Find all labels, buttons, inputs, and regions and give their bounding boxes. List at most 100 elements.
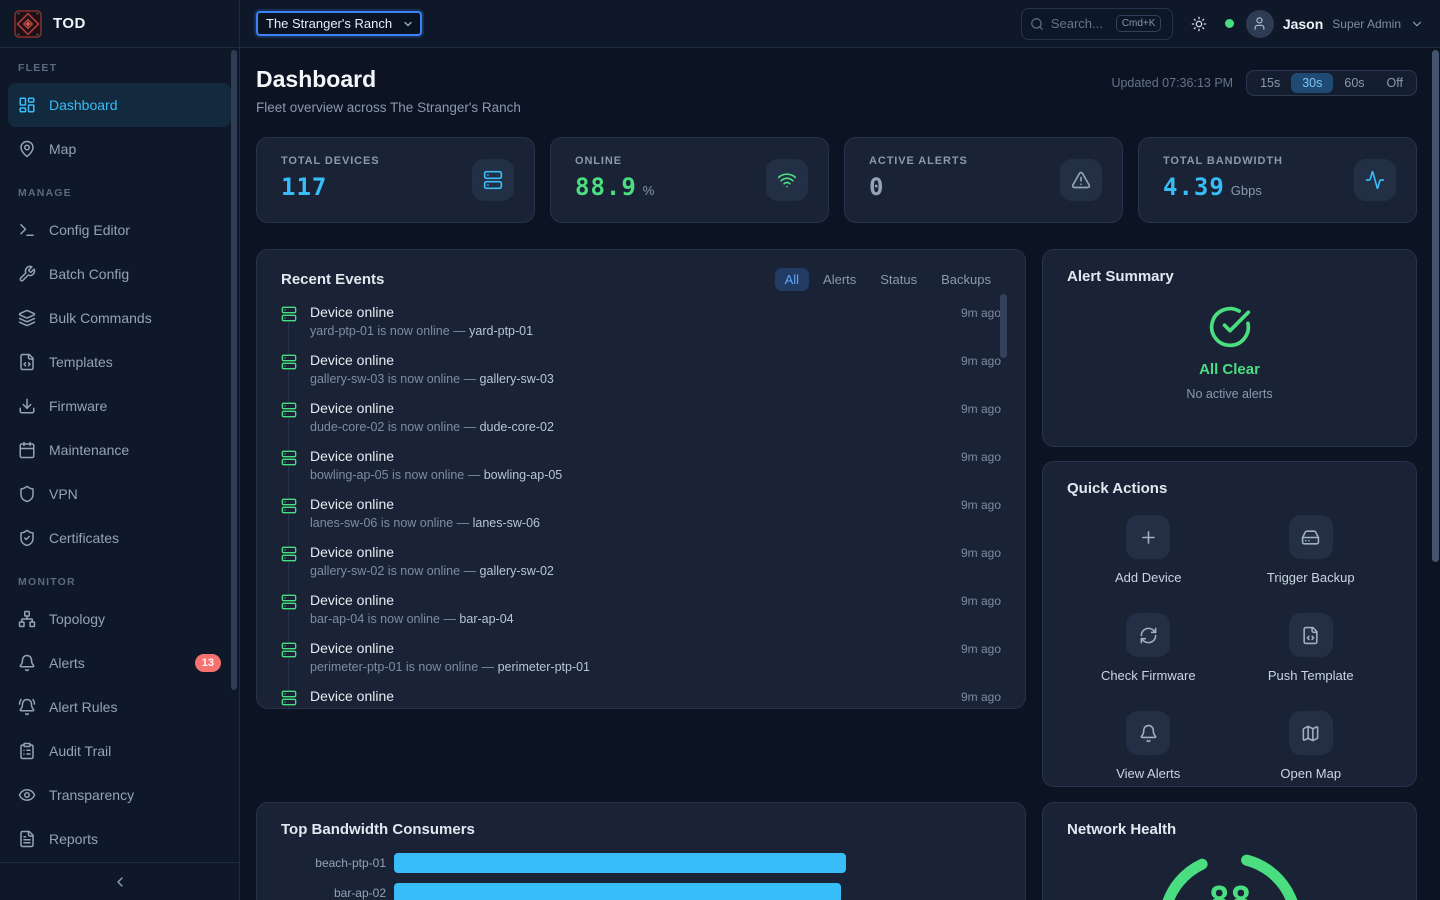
stat-card-total-devices: TOTAL DEVICES 117 [256,137,535,223]
sidebar-item-config-editor[interactable]: Config Editor [8,208,231,252]
sidebar-item-certificates[interactable]: Certificates [8,516,231,560]
event-time: 9m ago [961,306,1001,320]
sidebar-item-topology[interactable]: Topology [8,597,231,641]
sidebar-item-label: Reports [49,831,98,847]
theme-toggle-button[interactable] [1185,10,1213,38]
server-icon [281,546,297,562]
event-time: 9m ago [961,690,1001,704]
event-row[interactable]: Device online lanes-sw-06 is now online … [281,496,1001,544]
event-time: 9m ago [961,594,1001,608]
refresh-interval-control: 15s30s60sOff [1246,70,1417,96]
quick-action-check-firmware[interactable]: Check Firmware [1067,613,1230,683]
event-time: 9m ago [961,546,1001,560]
sidebar-item-audit-trail[interactable]: Audit Trail [8,729,231,773]
quick-actions-panel: Quick Actions Add Device Trigger Backup … [1042,461,1417,787]
search-input[interactable] [1051,16,1109,31]
clipboard-list-icon [18,742,36,760]
event-filter-all[interactable]: All [775,268,809,291]
device-icon [281,690,297,706]
quick-action-trigger-backup[interactable]: Trigger Backup [1230,515,1393,585]
event-message: yard-ptp-01 is now online — yard-ptp-01 [310,324,1001,338]
sidebar-item-maintenance[interactable]: Maintenance [8,428,231,472]
refresh-option-off[interactable]: Off [1376,73,1414,93]
download-icon [18,397,36,415]
alert-summary-title: Alert Summary [1067,268,1174,285]
sidebar-item-batch-config[interactable]: Batch Config [8,252,231,296]
sidebar-item-label: Alert Rules [49,699,117,715]
refresh-option-30s[interactable]: 30s [1291,73,1333,93]
event-time: 9m ago [961,642,1001,656]
sidebar-section-label: MANAGE [8,187,231,199]
sidebar-collapse-button[interactable] [0,862,239,900]
site-selector[interactable]: The Stranger's Ranch [256,11,422,36]
sidebar-item-alert-rules[interactable]: Alert Rules [8,685,231,729]
page-title: Dashboard [256,66,521,93]
bandwidth-bar [394,853,846,873]
site-selector-value: The Stranger's Ranch [266,16,392,31]
server-icon [281,642,297,658]
quick-action-add-device[interactable]: Add Device [1067,515,1230,585]
quick-action-label: Trigger Backup [1267,570,1355,585]
event-row[interactable]: Device online gallery-sw-02 is now onlin… [281,544,1001,592]
sidebar-item-firmware[interactable]: Firmware [8,384,231,428]
event-row[interactable]: Device online gallery-sw-03 is now onlin… [281,352,1001,400]
event-message: bowling-ap-05 is now online — bowling-ap… [310,468,1001,482]
sidebar-item-alerts[interactable]: Alerts 13 [8,641,231,685]
sidebar-item-templates[interactable]: Templates [8,340,231,384]
server-icon [281,402,297,418]
sidebar-item-transparency[interactable]: Transparency [8,773,231,817]
event-row[interactable]: Device online bowling-ap-05 is now onlin… [281,448,1001,496]
wifi-icon [777,170,797,190]
stat-value: 4.39 [1163,173,1225,201]
topbar-right: Cmd+K Jason Super Admin [1021,8,1424,40]
sidebar-item-bulk-commands[interactable]: Bulk Commands [8,296,231,340]
sidebar-header: TOD [0,0,239,48]
device-icon [281,498,297,514]
refresh-option-15s[interactable]: 15s [1249,73,1291,93]
sidebar-item-reports[interactable]: Reports [8,817,231,861]
sidebar-item-label: VPN [49,486,78,502]
sidebar-section-label: MONITOR [8,576,231,588]
stat-unit: Gbps [1231,183,1262,198]
quick-actions-title: Quick Actions [1067,480,1167,497]
search-box[interactable]: Cmd+K [1021,8,1173,40]
server-icon [281,498,297,514]
event-row[interactable]: Device online bar-ap-04 is now online — … [281,592,1001,640]
file-code-icon [1301,626,1320,645]
event-message: dude-core-02 is now online — dude-core-0… [310,420,1001,434]
events-scrollbar[interactable] [1000,294,1007,358]
event-row[interactable]: Device online 9m ago [281,688,1001,709]
calendar-icon [18,441,36,459]
sidebar-item-vpn[interactable]: VPN [8,472,231,516]
user-menu[interactable]: Jason Super Admin [1246,10,1424,38]
sidebar-scrollbar[interactable] [231,50,237,690]
event-row[interactable]: Device online yard-ptp-01 is now online … [281,304,1001,352]
event-filter-status[interactable]: Status [870,268,927,291]
quick-action-open-map[interactable]: Open Map [1230,711,1393,781]
stat-icon-chip [1354,159,1396,201]
topbar: The Stranger's Ranch Cmd+K Jason [240,0,1440,48]
quick-action-chip [1126,613,1170,657]
bandwidth-row: beach-ptp-01 [281,853,1001,873]
refresh-option-60s[interactable]: 60s [1333,73,1375,93]
quick-action-push-template[interactable]: Push Template [1230,613,1393,683]
sidebar-item-label: Transparency [49,787,134,803]
sidebar-item-map[interactable]: Map [8,127,231,171]
event-title: Device online [310,544,1001,561]
event-filter-backups[interactable]: Backups [931,268,1001,291]
event-row[interactable]: Device online dude-core-02 is now online… [281,400,1001,448]
check-circle-icon [1208,305,1252,349]
quick-action-view-alerts[interactable]: View Alerts [1067,711,1230,781]
event-title: Device online [310,592,1001,609]
sidebar-item-label: Firmware [49,398,107,414]
bandwidth-panel: Top Bandwidth Consumers beach-ptp-01 bar… [256,802,1026,900]
main-scrollbar[interactable] [1432,50,1439,562]
event-row[interactable]: Device online perimeter-ptp-01 is now on… [281,640,1001,688]
sidebar-item-dashboard[interactable]: Dashboard [8,83,231,127]
event-title: Device online [310,496,1001,513]
brand-name: TOD [53,15,86,32]
alert-summary-panel: Alert Summary All Clear No active alerts [1042,249,1417,447]
server-icon [281,450,297,466]
event-separator: — [453,324,466,338]
event-filter-alerts[interactable]: Alerts [813,268,866,291]
